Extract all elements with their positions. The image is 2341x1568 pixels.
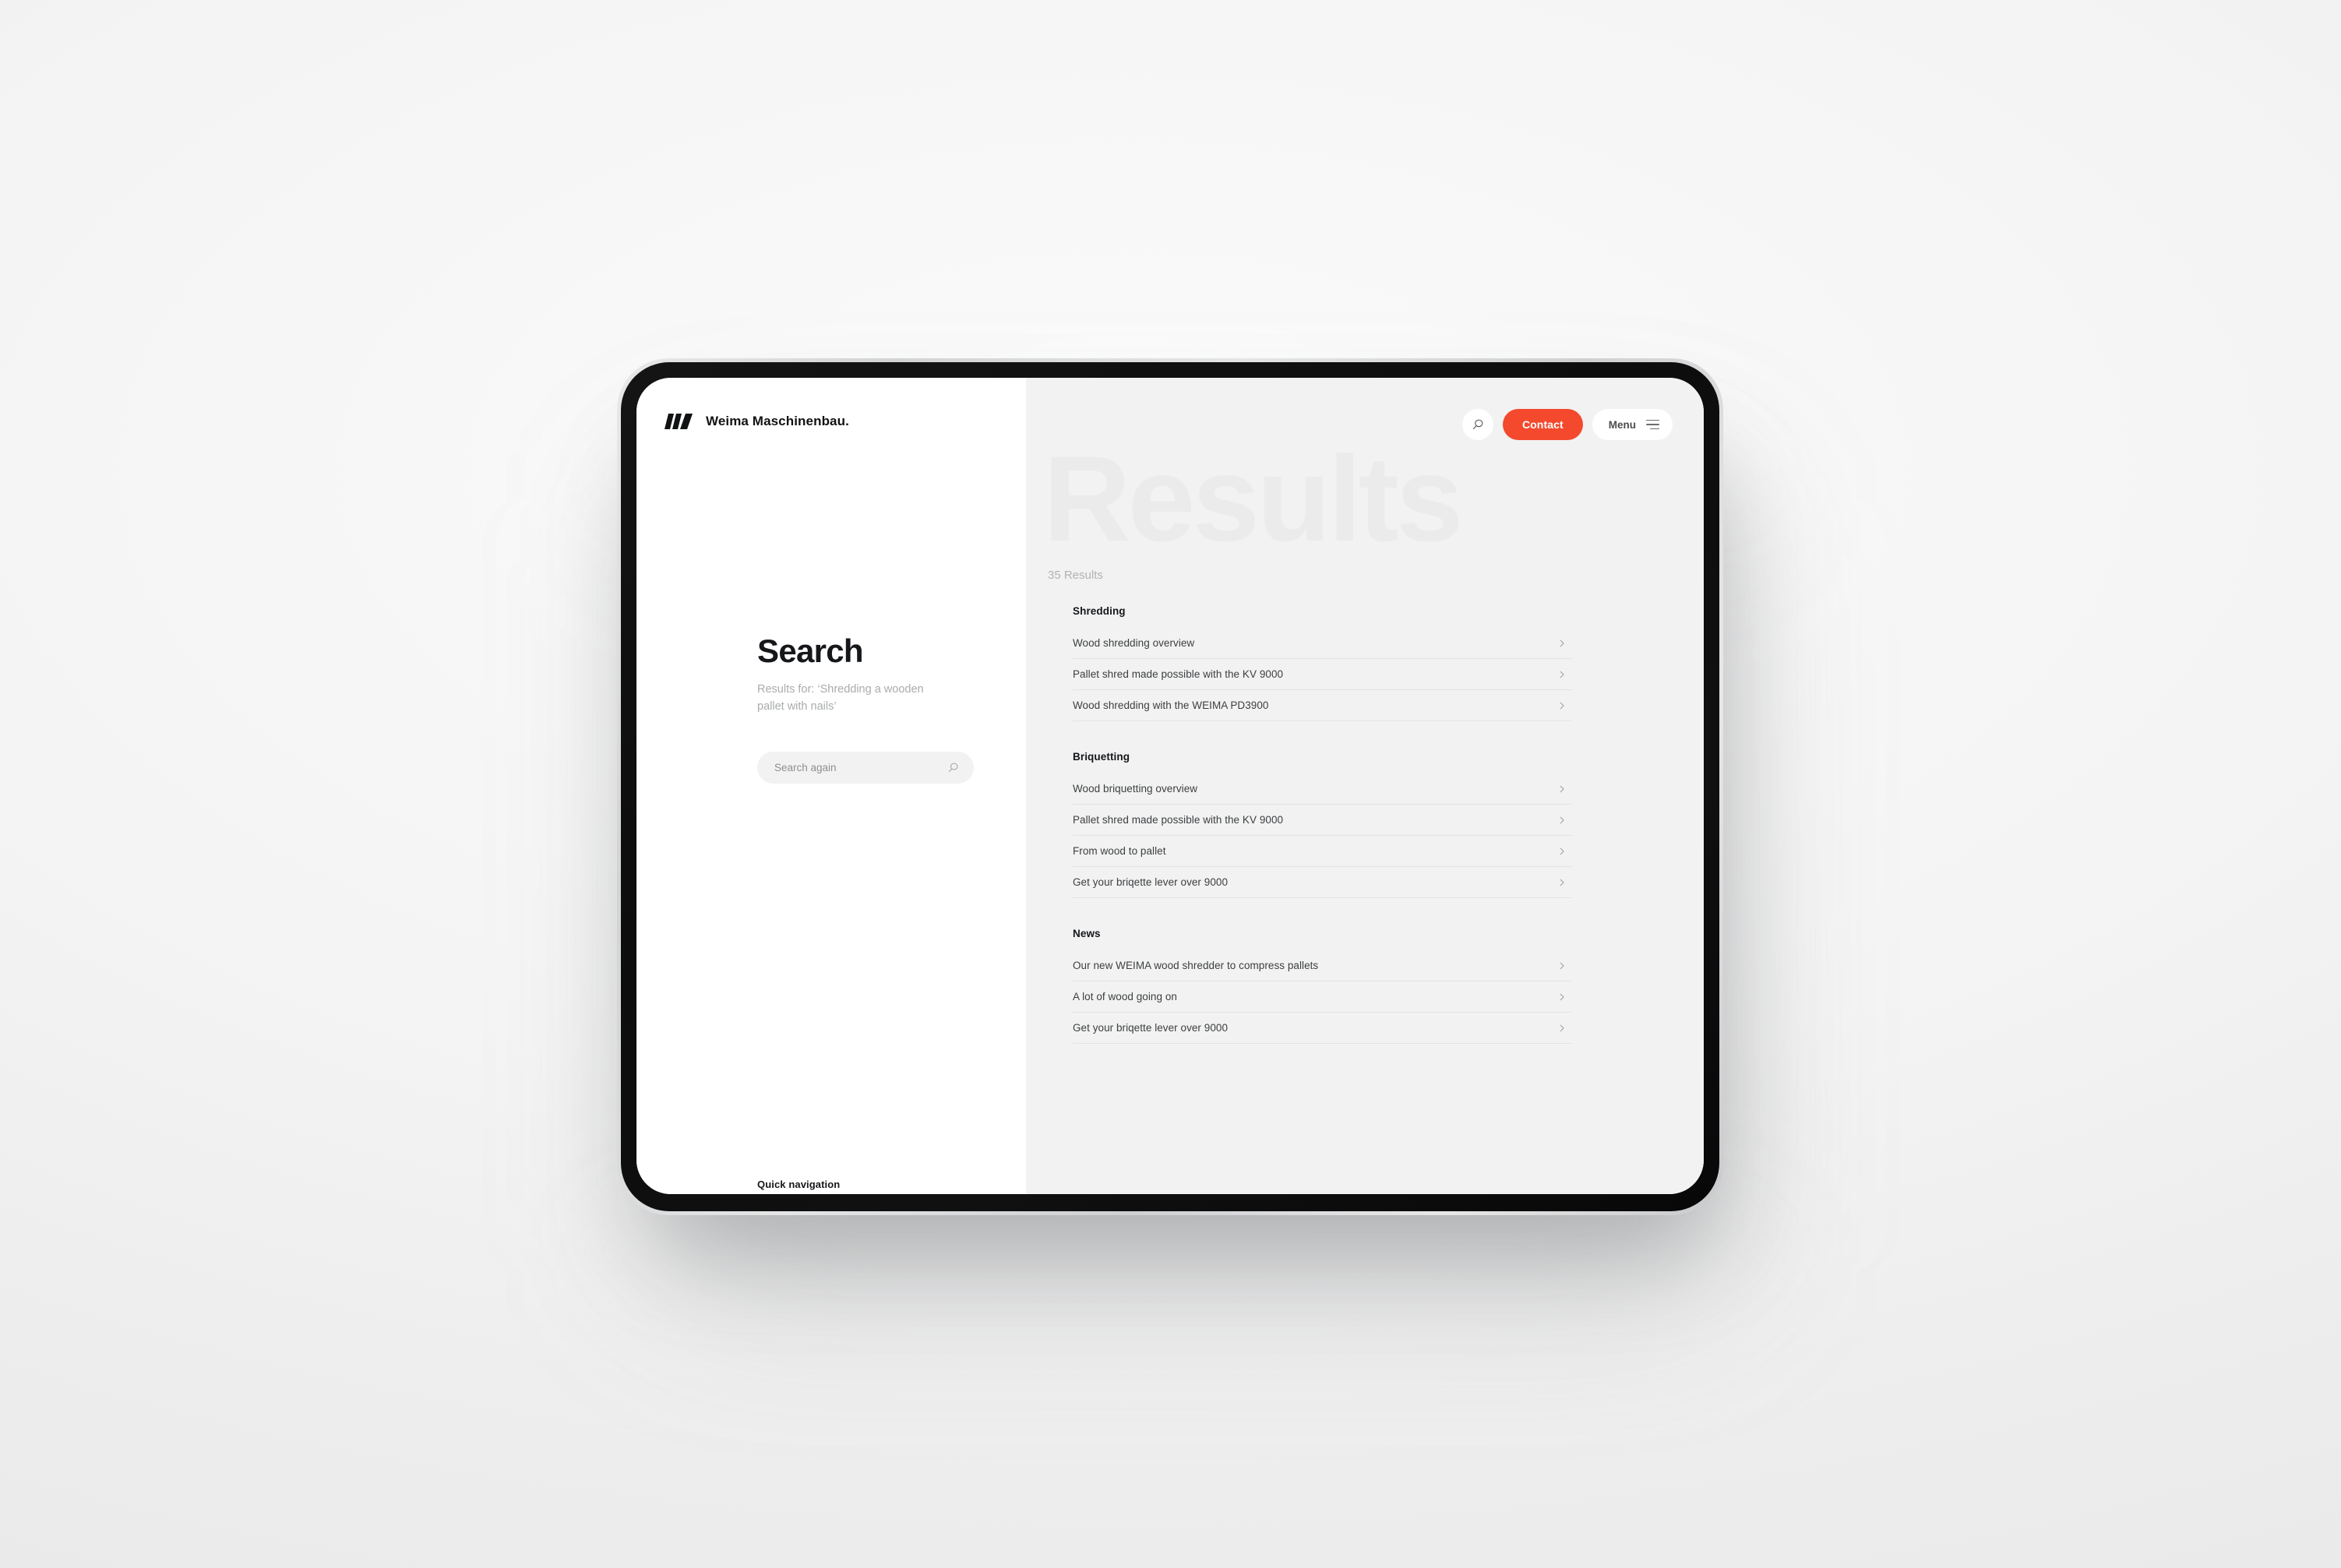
result-row[interactable]: Our new WEIMA wood shredder to compress … bbox=[1073, 950, 1571, 981]
group-title: Briquetting bbox=[1073, 751, 1130, 763]
result-label: Wood briquetting overview bbox=[1073, 783, 1198, 795]
result-groups: Shredding Wood shredding overview Pallet… bbox=[1073, 605, 1571, 1044]
results-watermark: Results bbox=[1043, 432, 1464, 567]
chevron-right-icon bbox=[1560, 785, 1564, 792]
result-label: Get your briqette lever over 9000 bbox=[1073, 1022, 1229, 1034]
tablet-screen: Weima Maschinenbau. Search Results for: … bbox=[636, 378, 1704, 1194]
result-row[interactable]: Pallet shred made possible with the KV 9… bbox=[1073, 659, 1571, 690]
header-actions: Contact Menu bbox=[1461, 409, 1673, 440]
chevron-right-icon bbox=[1560, 640, 1564, 647]
search-block: Search Results for: ‘Shredding a wooden … bbox=[757, 635, 991, 784]
page-title: Search bbox=[757, 632, 864, 669]
brand[interactable]: Weima Maschinenbau. bbox=[665, 412, 849, 431]
header-search-button[interactable] bbox=[1461, 409, 1493, 440]
quick-navigation-title: Quick navigation bbox=[757, 1179, 841, 1190]
chevron-right-icon bbox=[1560, 962, 1564, 969]
search-field[interactable] bbox=[757, 751, 974, 784]
menu-button[interactable]: Menu bbox=[1592, 409, 1673, 440]
result-group-shredding: Shredding Wood shredding overview Pallet… bbox=[1073, 605, 1571, 721]
search-icon bbox=[1472, 419, 1483, 430]
chevron-right-icon bbox=[1560, 993, 1564, 1000]
result-row[interactable]: Wood shredding overview bbox=[1073, 628, 1571, 659]
tablet-device: Weima Maschinenbau. Search Results for: … bbox=[617, 358, 1723, 1215]
search-subtitle: Results for: ‘Shredding a wooden pallet … bbox=[757, 683, 924, 714]
contact-button[interactable]: Contact bbox=[1502, 409, 1583, 440]
chevron-right-icon bbox=[1560, 847, 1564, 854]
search-input[interactable] bbox=[757, 761, 974, 773]
result-row[interactable]: Get your briqette lever over 9000 bbox=[1073, 1013, 1571, 1044]
chevron-right-icon bbox=[1560, 671, 1564, 678]
brand-name: Weima Maschinenbau. bbox=[706, 414, 849, 428]
menu-button-label: Menu bbox=[1608, 418, 1636, 431]
group-title: News bbox=[1073, 928, 1101, 939]
right-panel: Contact Menu Results 35 Results Shreddin… bbox=[1026, 378, 1704, 1194]
result-label: Wood shredding with the WEIMA PD3900 bbox=[1073, 699, 1269, 711]
left-panel: Weima Maschinenbau. Search Results for: … bbox=[636, 378, 1026, 1194]
group-title: Shredding bbox=[1073, 605, 1126, 617]
result-label: Our new WEIMA wood shredder to compress … bbox=[1073, 960, 1319, 971]
hamburger-icon bbox=[1646, 419, 1659, 430]
tablet-bezel: Weima Maschinenbau. Search Results for: … bbox=[621, 362, 1719, 1211]
result-row[interactable]: Wood shredding with the WEIMA PD3900 bbox=[1073, 690, 1571, 721]
result-group-briquetting: Briquetting Wood briquetting overview Pa… bbox=[1073, 751, 1571, 898]
result-row[interactable]: Pallet shred made possible with the KV 9… bbox=[1073, 805, 1571, 836]
weima-slashes-logo-icon bbox=[665, 414, 693, 429]
chevron-right-icon bbox=[1560, 1024, 1564, 1031]
chevron-right-icon bbox=[1560, 816, 1564, 823]
search-icon[interactable] bbox=[947, 762, 959, 773]
result-label: A lot of wood going on bbox=[1073, 991, 1177, 1002]
result-row[interactable]: Wood briquetting overview bbox=[1073, 773, 1571, 805]
result-group-news: News Our new WEIMA wood shredder to comp… bbox=[1073, 928, 1571, 1044]
result-label: Pallet shred made possible with the KV 9… bbox=[1073, 814, 1284, 826]
result-label: Pallet shred made possible with the KV 9… bbox=[1073, 668, 1284, 680]
chevron-right-icon bbox=[1560, 702, 1564, 709]
result-label: From wood to pallet bbox=[1073, 845, 1166, 857]
result-label: Get your briqette lever over 9000 bbox=[1073, 876, 1229, 888]
result-row[interactable]: From wood to pallet bbox=[1073, 836, 1571, 867]
result-label: Wood shredding overview bbox=[1073, 637, 1195, 649]
chevron-right-icon bbox=[1560, 879, 1564, 886]
result-row[interactable]: Get your briqette lever over 9000 bbox=[1073, 867, 1571, 898]
result-row[interactable]: A lot of wood going on bbox=[1073, 981, 1571, 1013]
results-count: 35 Results bbox=[1048, 569, 1103, 582]
quick-navigation: Quick navigation Home Shredding Briquett… bbox=[757, 1179, 913, 1194]
